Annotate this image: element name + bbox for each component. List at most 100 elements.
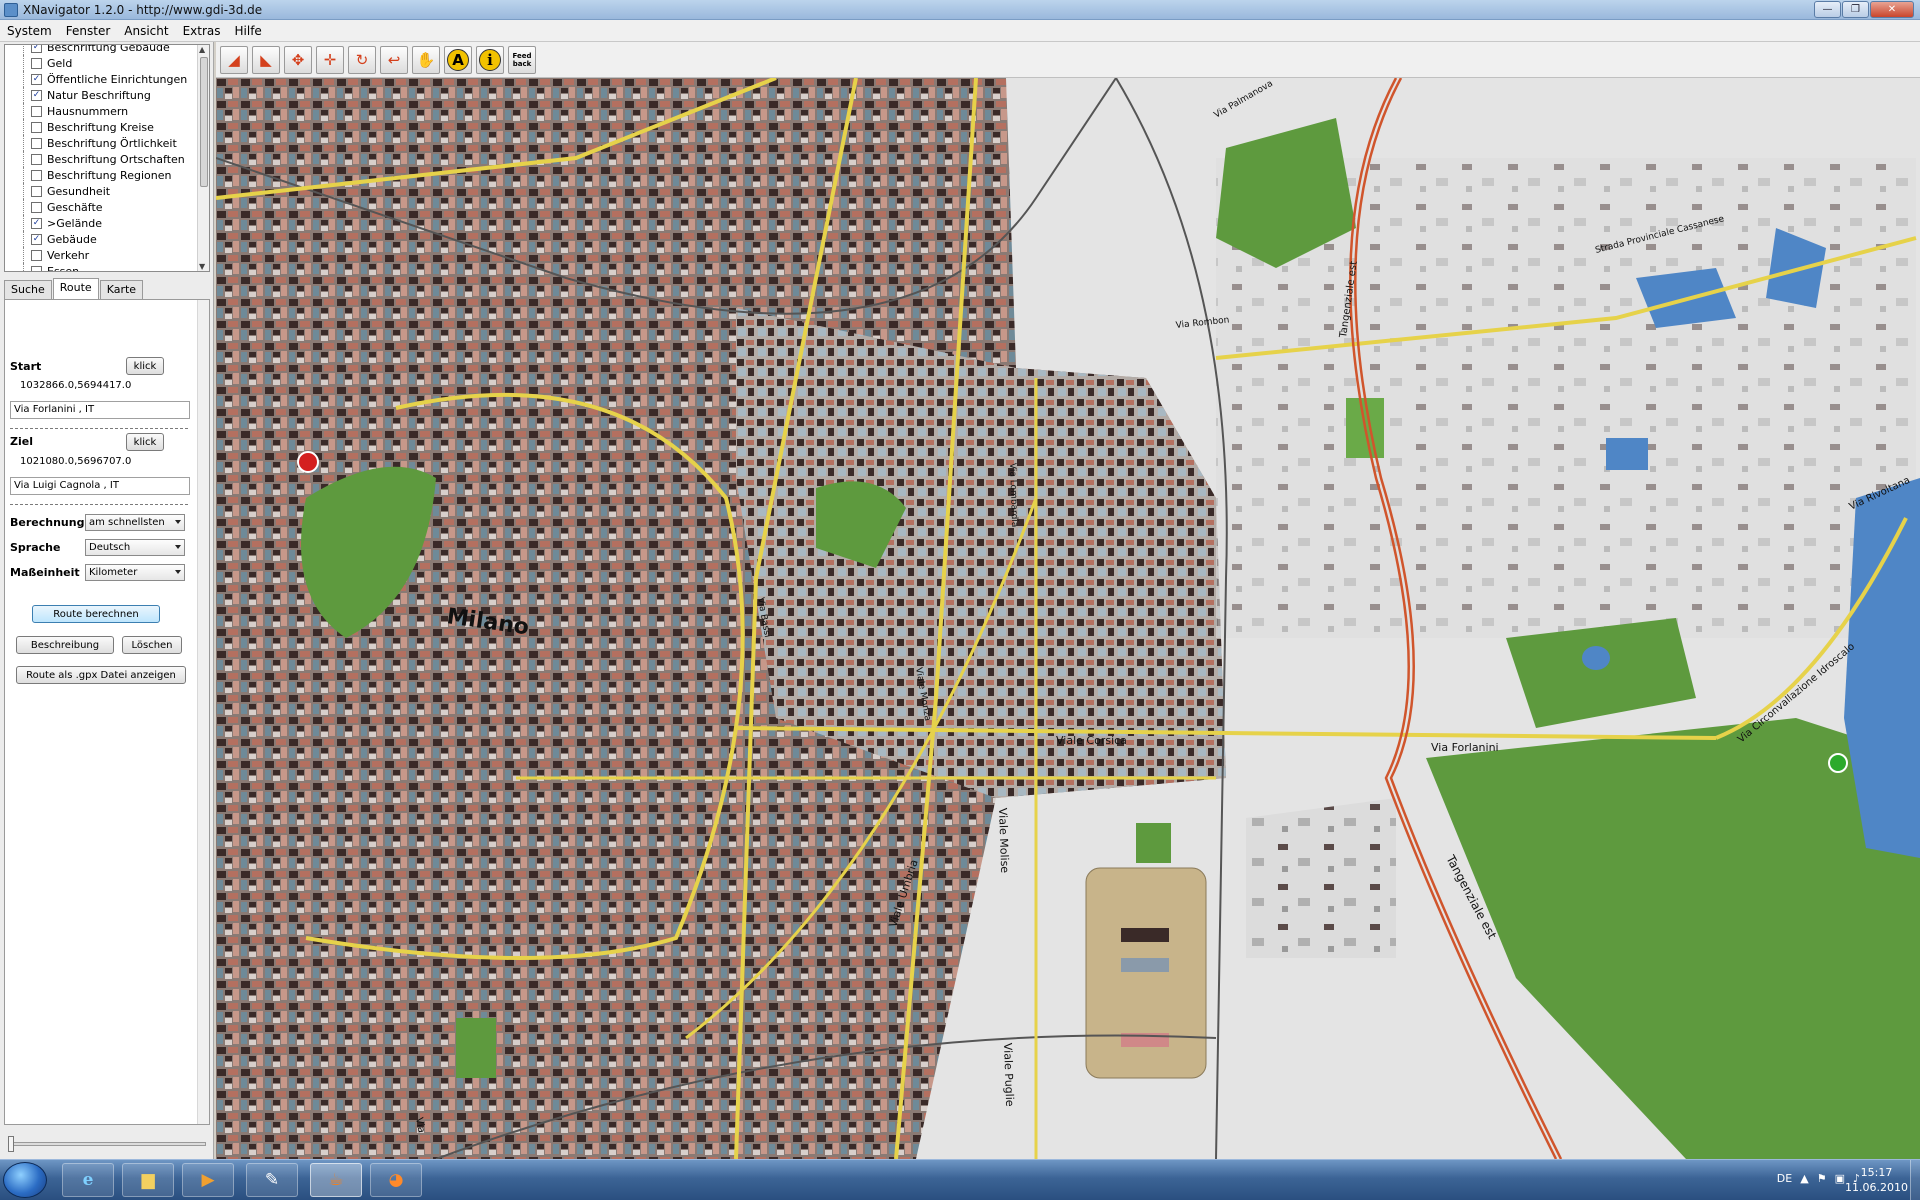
taskbar-firefox[interactable]: ◕ <box>370 1163 422 1197</box>
layer-item[interactable]: ✓ Natur Beschriftung <box>5 87 209 103</box>
scroll-up-icon[interactable]: ▲ <box>199 45 205 54</box>
pan-tool-button[interactable]: ◢ <box>220 46 248 74</box>
flag-icon[interactable]: ⚑ <box>1817 1172 1827 1185</box>
network-icon[interactable]: ▣ <box>1835 1172 1845 1185</box>
layer-label: Natur Beschriftung <box>47 88 151 102</box>
taskbar-ie[interactable]: e <box>62 1163 114 1197</box>
start-address-field[interactable]: Via Forlanini , IT <box>10 401 190 419</box>
info-tool-button[interactable]: i <box>476 46 504 74</box>
tab-karte[interactable]: Karte <box>99 280 144 299</box>
export-gpx-button[interactable]: Route als .gpx Datei anzeigen <box>16 666 186 684</box>
layer-checkbox[interactable] <box>31 137 42 149</box>
layer-checkbox[interactable]: ✓ <box>31 45 42 53</box>
language-indicator[interactable]: DE <box>1777 1172 1792 1185</box>
start-button[interactable] <box>3 1162 47 1198</box>
clock[interactable]: 15:17 11.06.2010 <box>1845 1165 1908 1195</box>
rotate-button[interactable]: ↻ <box>348 46 376 74</box>
layer-checkbox[interactable] <box>31 185 42 197</box>
layer-item[interactable]: Beschriftung Ortschaften <box>5 151 209 167</box>
tilt-tool-button[interactable]: ◣ <box>252 46 280 74</box>
layer-checkbox[interactable]: ✓ <box>31 233 42 245</box>
menu-fenster[interactable]: Fenster <box>59 24 118 38</box>
taskbar-paint[interactable]: ✎ <box>246 1163 298 1197</box>
route-pane-scrollbar[interactable] <box>197 300 209 1124</box>
show-desktop-button[interactable] <box>1910 1160 1920 1200</box>
layer-checkbox[interactable]: ✓ <box>31 73 42 85</box>
label-via-forlanini: Via Forlanini <box>1431 741 1499 754</box>
layer-checkbox[interactable] <box>31 249 42 261</box>
tab-route[interactable]: Route <box>52 278 99 299</box>
layer-item[interactable]: Beschriftung Kreise <box>5 119 209 135</box>
layer-checkbox[interactable] <box>31 265 42 271</box>
layer-checkbox[interactable] <box>31 57 42 69</box>
map-canvas[interactable]: Milano Via Forlanini Viale Corsica Viale… <box>216 78 1920 1159</box>
sprache-select[interactable]: Deutsch <box>85 539 185 556</box>
close-button[interactable]: ✕ <box>1870 1 1914 18</box>
layer-item[interactable]: Essen <box>5 263 209 271</box>
layer-item[interactable]: Geschäfte <box>5 199 209 215</box>
feedback-text: Feed back <box>512 52 532 68</box>
layer-item[interactable]: Beschriftung Örtlichkeit <box>5 135 209 151</box>
layer-item[interactable]: Gesundheit <box>5 183 209 199</box>
tab-suche[interactable]: Suche <box>4 280 52 299</box>
hand-icon: ✋ <box>416 51 436 69</box>
layer-scrollbar[interactable]: ▲ ▼ <box>197 45 209 271</box>
menu-hilfe[interactable]: Hilfe <box>228 24 269 38</box>
taskbar-explorer[interactable]: ▆ <box>122 1163 174 1197</box>
feedback-button[interactable]: Feed back <box>508 46 536 74</box>
layer-item[interactable]: Verkehr <box>5 247 209 263</box>
masseinheit-select[interactable]: Kilometer <box>85 564 185 581</box>
layer-item[interactable]: Beschriftung Regionen <box>5 167 209 183</box>
map-view[interactable]: Milano Via Forlanini Viale Corsica Viale… <box>216 78 1920 1159</box>
layer-item[interactable]: ✓ Gebäude <box>5 231 209 247</box>
minimize-button[interactable]: — <box>1814 1 1841 18</box>
layer-label: Hausnummern <box>47 104 129 118</box>
ziel-address-field[interactable]: Via Luigi Cagnola , IT <box>10 477 190 495</box>
clock-date: 11.06.2010 <box>1845 1181 1908 1194</box>
slider-knob[interactable] <box>8 1136 14 1152</box>
layer-checkbox[interactable] <box>31 201 42 213</box>
maximize-button[interactable]: ❐ <box>1842 1 1869 18</box>
layer-checkbox[interactable] <box>31 169 42 181</box>
route-end-marker[interactable] <box>297 451 319 473</box>
route-calculate-button[interactable]: Route berechnen <box>32 605 160 623</box>
menu-system[interactable]: System <box>0 24 59 38</box>
scroll-down-icon[interactable]: ▼ <box>199 262 205 271</box>
berechnung-select[interactable]: am schnellsten <box>85 514 185 531</box>
label-tool-button[interactable]: A <box>444 46 472 74</box>
taskbar-media[interactable]: ▶ <box>182 1163 234 1197</box>
hand-tool-button[interactable]: ✋ <box>412 46 440 74</box>
layer-checkbox[interactable] <box>31 153 42 165</box>
reset-view-button[interactable]: ↩ <box>380 46 408 74</box>
layer-item[interactable]: ✓ Öffentliche Einrichtungen <box>5 71 209 87</box>
route-start-marker[interactable] <box>1828 753 1848 773</box>
layer-checkbox[interactable]: ✓ <box>31 217 42 229</box>
delete-route-button[interactable]: Löschen <box>122 636 182 654</box>
taskbar-java[interactable]: ☕ <box>310 1163 362 1197</box>
layer-checkbox[interactable]: ✓ <box>31 89 42 101</box>
menu-extras[interactable]: Extras <box>176 24 228 38</box>
layer-checkbox[interactable] <box>31 105 42 117</box>
move-cross-icon: ✛ <box>323 51 337 69</box>
tilt-icon: ◣ <box>260 51 272 69</box>
layer-item[interactable]: ✓ Beschriftung Gebäude <box>5 45 209 55</box>
layer-label: Beschriftung Kreise <box>47 120 154 134</box>
animation-slider[interactable] <box>8 1136 206 1152</box>
description-button[interactable]: Beschreibung <box>16 636 114 654</box>
move-vertical-button[interactable]: ✛ <box>316 46 344 74</box>
ziel-pick-button[interactable]: klick <box>126 433 164 451</box>
label-viale-molise: Viale Molise <box>996 808 1011 874</box>
layer-item[interactable]: Hausnummern <box>5 103 209 119</box>
move-horizontal-button[interactable]: ✥ <box>284 46 312 74</box>
layer-item[interactable]: ✓ >Gelände <box>5 215 209 231</box>
route-pane: Start klick 1032866.0,5694417.0 Via Forl… <box>4 299 210 1125</box>
chevron-down-icon <box>175 520 181 524</box>
start-pick-button[interactable]: klick <box>126 357 164 375</box>
layer-checkbox[interactable] <box>31 121 42 133</box>
park-south-west <box>456 1018 496 1078</box>
layer-label: Verkehr <box>47 248 90 262</box>
layer-item[interactable]: Geld <box>5 55 209 71</box>
tray-expand-icon[interactable]: ▲ <box>1800 1172 1808 1185</box>
menu-ansicht[interactable]: Ansicht <box>117 24 175 38</box>
scroll-thumb[interactable] <box>200 57 208 187</box>
